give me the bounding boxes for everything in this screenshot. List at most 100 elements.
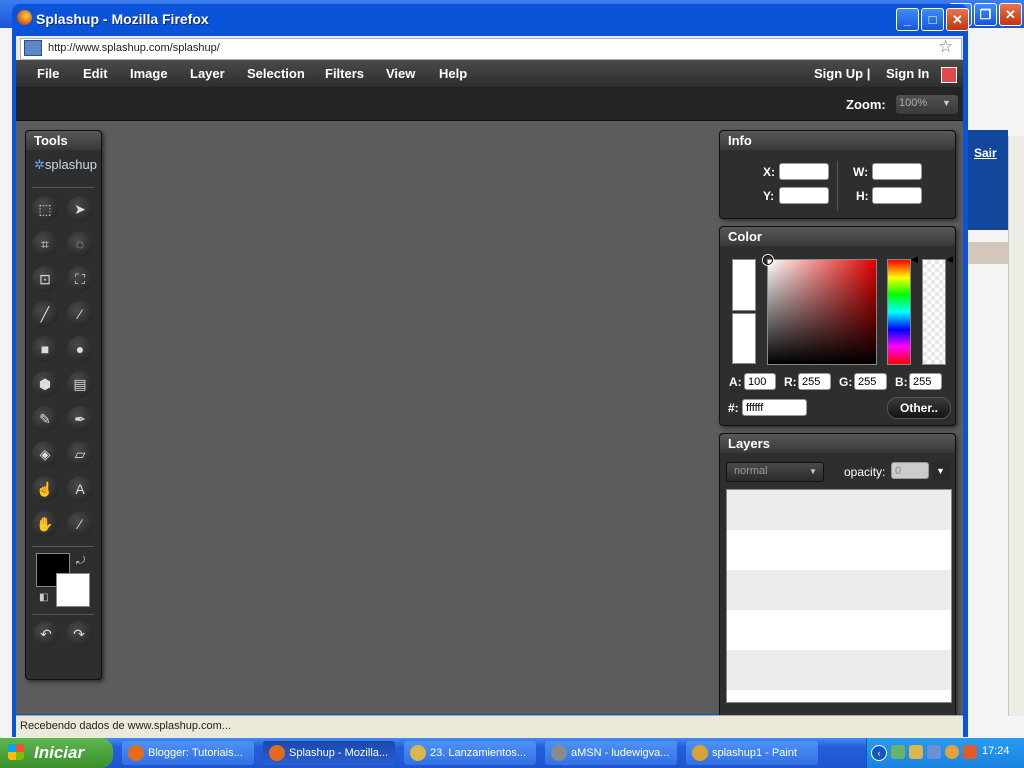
- blend-mode-value: normal: [734, 465, 768, 477]
- redo-icon[interactable]: ↷: [66, 621, 92, 647]
- y-field: [779, 187, 829, 204]
- window-controls: _ □ ✕: [894, 8, 969, 31]
- url-text[interactable]: http://www.splashup.com/splashup/: [48, 42, 220, 54]
- menu-selection[interactable]: Selection: [247, 66, 305, 81]
- hue-slider[interactable]: [887, 259, 911, 365]
- color-panel: Color ◀ ◀ A: 100 R: 255 G: 255 B: 255 #:…: [719, 226, 956, 426]
- x-field: [779, 163, 829, 180]
- picker-cursor-icon[interactable]: [763, 255, 773, 265]
- brush-icon[interactable]: ✎: [32, 406, 58, 432]
- gradient-icon[interactable]: ▤: [67, 371, 93, 397]
- start-label: Iniciar: [34, 743, 85, 762]
- crop-icon[interactable]: ⌗: [32, 231, 58, 257]
- green-input[interactable]: 255: [854, 373, 887, 390]
- alpha-marker-icon[interactable]: ◀: [946, 254, 953, 265]
- bookmark-star-icon[interactable]: ☆: [938, 37, 953, 57]
- divider: [32, 546, 94, 547]
- tray-expand-icon[interactable]: ‹: [871, 745, 887, 761]
- restore-icon[interactable]: ❐: [974, 3, 997, 26]
- hue-marker-icon[interactable]: ◀: [911, 254, 918, 265]
- maximize-icon[interactable]: □: [921, 8, 944, 31]
- task-splashup[interactable]: Splashup - Mozilla...: [263, 741, 395, 765]
- menu-edit[interactable]: Edit: [83, 66, 108, 81]
- background-color-swatch[interactable]: [56, 573, 90, 607]
- pencil-icon[interactable]: ╱: [32, 301, 58, 327]
- close-icon[interactable]: ✕: [999, 3, 1022, 26]
- other-color-button[interactable]: Other..: [887, 397, 951, 419]
- red-input[interactable]: 255: [798, 373, 831, 390]
- task-lanzamientos[interactable]: 23. Lanzamientos...: [404, 741, 536, 765]
- fill-bucket-icon[interactable]: ◈: [32, 441, 58, 467]
- windows-logo-icon: [8, 744, 24, 760]
- menu-image[interactable]: Image: [130, 66, 168, 81]
- task-amsn[interactable]: aMSN - ludewigva...: [545, 741, 677, 765]
- rectangle-icon[interactable]: ■: [32, 336, 58, 362]
- divider: [32, 614, 94, 615]
- close-icon[interactable]: ✕: [946, 8, 969, 31]
- pen-icon[interactable]: ✒: [67, 406, 93, 432]
- menu-help[interactable]: Help: [439, 66, 467, 81]
- menu-layer[interactable]: Layer: [190, 66, 225, 81]
- saturation-picker[interactable]: [767, 259, 877, 365]
- zoom-label: Zoom:: [846, 97, 886, 112]
- tools-title: Tools: [26, 131, 101, 150]
- chevron-down-icon[interactable]: ▼: [942, 98, 951, 108]
- chevron-down-icon[interactable]: ▼: [809, 467, 817, 476]
- amsn-icon: [551, 745, 567, 761]
- menu-file[interactable]: File: [37, 66, 59, 81]
- hex-label: #:: [728, 401, 739, 415]
- move-arrow-icon[interactable]: ➤: [67, 196, 93, 222]
- background-sair-link[interactable]: Sair: [974, 146, 997, 160]
- folder-icon[interactable]: [909, 745, 923, 759]
- text-tool-icon[interactable]: A: [67, 476, 93, 502]
- divider: [837, 161, 838, 211]
- eraser-icon[interactable]: ▱: [67, 441, 93, 467]
- blue-input[interactable]: 255: [909, 373, 942, 390]
- sign-in-link[interactable]: Sign In: [886, 66, 929, 81]
- info-panel: Info X: Y: W: H:: [719, 130, 956, 219]
- site-icon: [24, 40, 42, 56]
- eyedropper-icon[interactable]: ⁄: [67, 511, 93, 537]
- menu-filters[interactable]: Filters: [325, 66, 364, 81]
- background-scrollbar[interactable]: [1008, 136, 1024, 716]
- splashup-logo: ✲splashup: [34, 157, 97, 172]
- swap-colors-icon[interactable]: ⤾: [76, 555, 85, 568]
- tools-panel: Tools ✲splashup ⬚ ➤ ⌗ ◌ ⊡ ⛶ ╱ ⁄ ■ ● ⬢ ▤ …: [25, 130, 102, 680]
- chevron-down-icon[interactable]: ▼: [932, 462, 949, 480]
- ellipse-icon[interactable]: ●: [67, 336, 93, 362]
- hex-input[interactable]: ffffff: [742, 399, 807, 416]
- menu-view[interactable]: View: [386, 66, 415, 81]
- h-field: [872, 187, 922, 204]
- current-color-preview: [732, 259, 756, 311]
- alpha-input[interactable]: 100: [744, 373, 776, 390]
- smudge-icon[interactable]: ☝: [32, 476, 58, 502]
- lasso-icon[interactable]: ◌: [67, 231, 93, 257]
- polygon-icon[interactable]: ⬢: [32, 371, 58, 397]
- info-title: Info: [720, 131, 955, 150]
- alpha-slider[interactable]: [922, 259, 946, 365]
- layers-list[interactable]: [726, 489, 952, 703]
- window-title: Splashup - Mozilla Firefox: [36, 11, 209, 27]
- undo-icon[interactable]: ↶: [33, 621, 59, 647]
- previous-color-preview[interactable]: [732, 313, 756, 364]
- opacity-label: opacity:: [844, 465, 886, 479]
- app-icon[interactable]: [945, 745, 959, 759]
- minimize-icon[interactable]: _: [896, 8, 919, 31]
- messenger-icon[interactable]: [891, 745, 905, 759]
- free-transform-icon[interactable]: ⛶: [67, 266, 93, 292]
- hand-icon[interactable]: ✋: [32, 511, 58, 537]
- opacity-input[interactable]: 0: [891, 462, 929, 479]
- network-icon[interactable]: [927, 745, 941, 759]
- paint-icon: [692, 745, 708, 761]
- default-colors-icon[interactable]: ◧: [39, 592, 48, 603]
- task-blogger[interactable]: Blogger: Tutoriais...: [122, 741, 254, 765]
- layers-title: Layers: [720, 434, 955, 453]
- marquee-select-icon[interactable]: ⬚: [32, 196, 58, 222]
- fullscreen-icon[interactable]: [941, 67, 957, 83]
- transform-icon[interactable]: ⊡: [32, 266, 58, 292]
- sign-up-link[interactable]: Sign Up |: [814, 66, 870, 81]
- mail-icon[interactable]: [963, 745, 977, 759]
- start-button[interactable]: Iniciar: [0, 738, 113, 768]
- task-paint[interactable]: splashup1 - Paint: [686, 741, 818, 765]
- line-icon[interactable]: ⁄: [67, 301, 93, 327]
